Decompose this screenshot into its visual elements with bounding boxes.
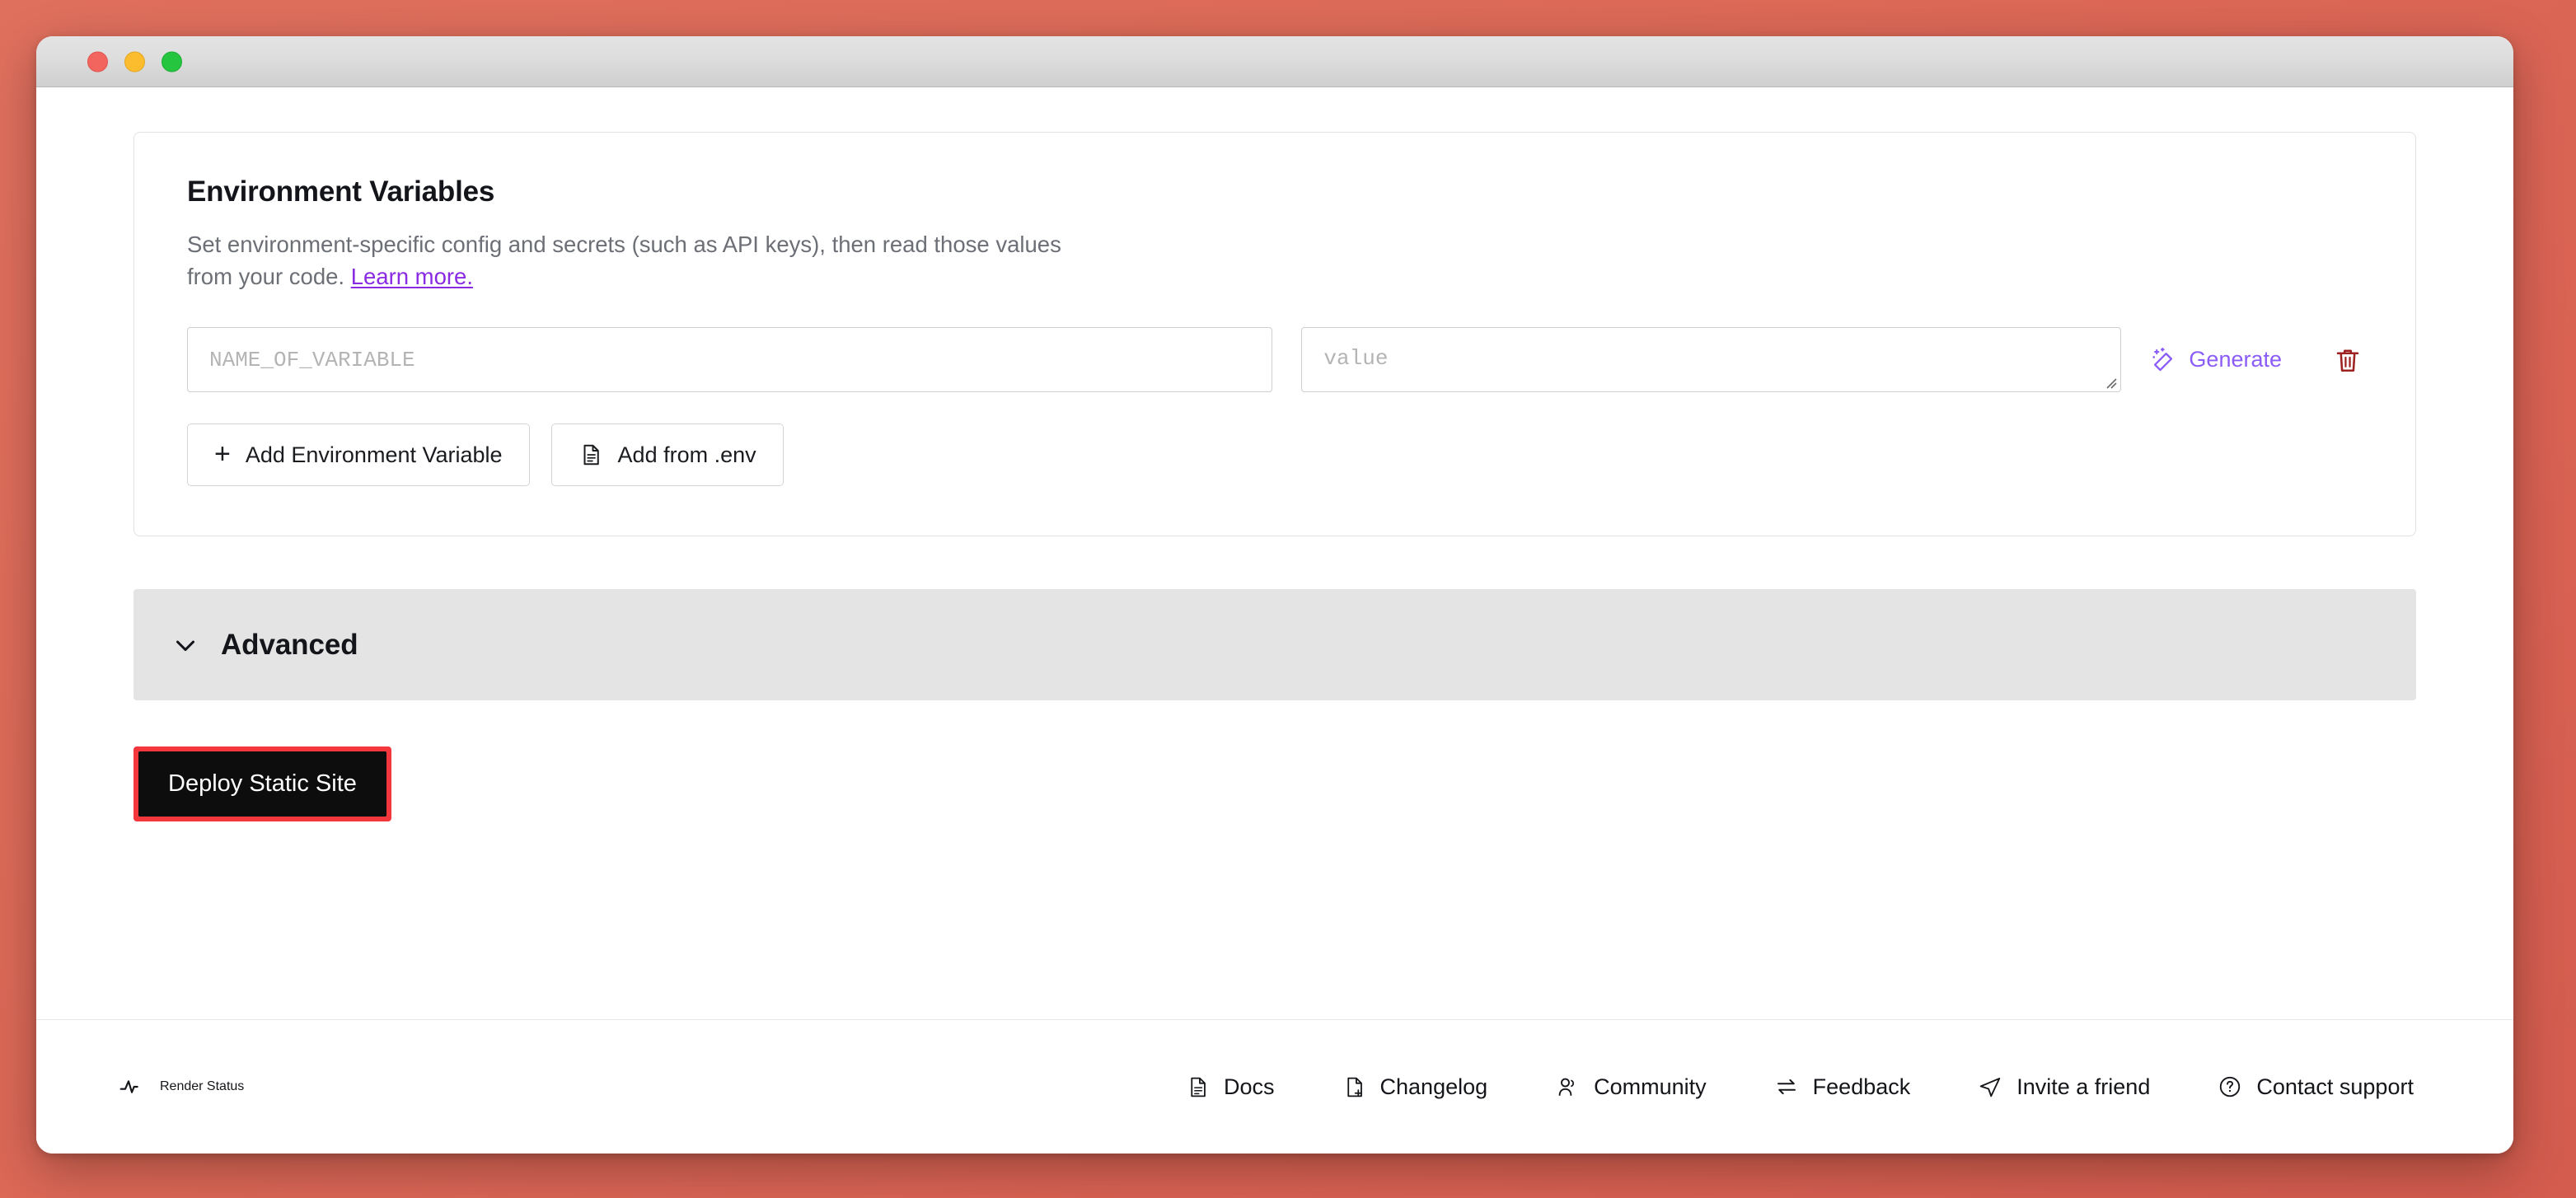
file-text-icon (583, 444, 599, 466)
footer-link-docs[interactable]: Docs (1186, 1074, 1275, 1100)
footer-link-label: Invite a friend (2016, 1074, 2151, 1099)
footer-link-label: Changelog (1379, 1074, 1488, 1099)
magic-wand-icon (2152, 347, 2173, 371)
plus-icon: + (214, 438, 231, 470)
variable-value-input[interactable] (1301, 327, 2122, 393)
footer-link-invite-a-friend[interactable]: Invite a friend (1978, 1074, 2150, 1100)
deploy-static-site-button[interactable]: Deploy Static Site (138, 751, 386, 817)
users-icon (1558, 1078, 1575, 1096)
generate-label: Generate (2189, 347, 2282, 372)
browser-window: Environment Variables Set environment-sp… (36, 36, 2513, 1154)
add-environment-variable-button[interactable]: + Add Environment Variable (187, 424, 530, 487)
footer-link-changelog[interactable]: Changelog (1342, 1074, 1488, 1100)
add-environment-variable-label: Add Environment Variable (245, 442, 503, 467)
generate-value-button[interactable]: Generate (2149, 327, 2282, 392)
footer-link-community[interactable]: Community (1555, 1074, 1707, 1100)
delete-variable-button[interactable] (2333, 327, 2363, 392)
deploy-button-highlight: Deploy Static Site (133, 746, 391, 821)
footer-link-contact-support[interactable]: Contact support (2218, 1074, 2414, 1100)
render-status-label: Render Status (160, 1079, 245, 1093)
file-text-icon (1191, 1077, 1206, 1097)
footer-bar: Render Status Docs Changelog Community F… (36, 1019, 2513, 1154)
traffic-lights (87, 51, 182, 72)
close-window-button[interactable] (87, 51, 108, 72)
footer-link-feedback[interactable]: Feedback (1774, 1074, 1911, 1100)
learn-more-link[interactable]: Learn more. (351, 264, 473, 289)
send-icon (1980, 1078, 2001, 1097)
file-plus-icon (1347, 1077, 1362, 1097)
footer-link-label: Community (1594, 1074, 1707, 1099)
page-body: Environment Variables Set environment-sp… (36, 87, 2513, 1154)
advanced-label: Advanced (221, 628, 358, 661)
activity-pulse-icon (119, 1080, 138, 1093)
arrows-exchange-icon (1777, 1079, 1796, 1095)
main-content: Environment Variables Set environment-sp… (36, 87, 2513, 1070)
chevron-down-icon (176, 640, 195, 651)
footer-link-label: Docs (1224, 1074, 1275, 1099)
page-title: Environment Variables (187, 175, 495, 208)
card-description: Set environment-specific config and secr… (187, 228, 1110, 292)
footer-links: Docs Changelog Community Feedback Invite… (1186, 1074, 2414, 1100)
help-circle-icon (2220, 1076, 2241, 1097)
add-from-env-label: Add from .env (617, 442, 756, 467)
card-description-text: Set environment-specific config and secr… (187, 232, 1061, 290)
variable-value-wrapper (1301, 327, 2122, 393)
footer-link-label: Contact support (2256, 1074, 2414, 1099)
environment-variables-card: Environment Variables Set environment-sp… (133, 132, 2416, 537)
footer-link-label: Feedback (1812, 1074, 1911, 1099)
advanced-section-toggle[interactable]: Advanced (133, 589, 2416, 701)
render-status-link[interactable]: Render Status (119, 1074, 244, 1100)
window-titlebar (36, 36, 2513, 87)
environment-variable-row: Generate (187, 327, 2363, 393)
minimize-window-button[interactable] (124, 51, 145, 72)
maximize-window-button[interactable] (162, 51, 182, 72)
card-action-buttons: + Add Environment Variable Add from .env (187, 424, 2363, 487)
add-from-env-button[interactable]: Add from .env (550, 424, 784, 487)
variable-name-input[interactable] (187, 327, 1273, 393)
trash-icon (2336, 349, 2359, 372)
